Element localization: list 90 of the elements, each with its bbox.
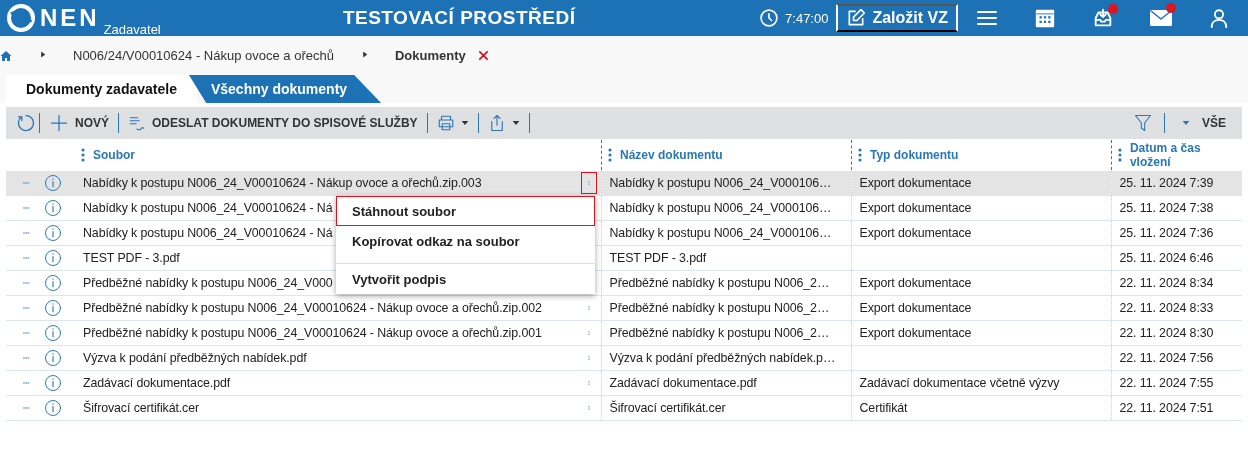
home-icon[interactable] — [0, 49, 12, 62]
table-cell: Zadávací dokumentace.pdf — [83, 376, 231, 390]
table-cell: Výzva k podání předběžných nabídek.pdf — [83, 351, 307, 365]
calendar-icon[interactable] — [1034, 7, 1056, 29]
column-menu-icon[interactable] — [81, 148, 85, 162]
user-icon[interactable] — [1208, 7, 1230, 29]
table-cell: Předběžné nabídky k postupu N006_24_V00010624 - Nákup ovoce a ořechů.zip.002 — [83, 301, 542, 315]
clock-icon — [759, 8, 780, 28]
menu-item[interactable]: Stáhnout soubor — [336, 196, 595, 226]
table-cell: Nabídky k postupu N006_24_V000106… — [609, 226, 832, 240]
table-cell: Export dokumentace — [859, 176, 972, 190]
caret-icon — [460, 119, 469, 127]
table-cell: TEST PDF - 3.pdf — [83, 251, 180, 265]
table-cell: Certifikát — [859, 401, 908, 415]
tab[interactable]: Dokumenty zadavatele — [6, 75, 197, 103]
table-cell: Výzva k podání předběžných nabídek.p… — [609, 351, 836, 365]
table-cell: 22. 11. 2024 7:55 — [1119, 376, 1214, 390]
inbox-icon[interactable] — [1092, 7, 1114, 29]
caret-icon — [511, 119, 520, 127]
table-cell: Nabídky k postupu N006_24_V00010624 - Ná — [83, 201, 333, 215]
table-cell: Export dokumentace — [859, 226, 972, 240]
filter-icon[interactable] — [1133, 113, 1153, 133]
table-cell: 22. 11. 2024 8:30 — [1119, 326, 1214, 340]
table-cell: 25. 11. 2024 7:39 — [1119, 176, 1214, 190]
table-cell: Zadávací dokumentace včetně výzvy — [859, 376, 1060, 390]
new-button[interactable]: NOVÝ — [43, 113, 115, 133]
info-icon[interactable] — [44, 199, 62, 217]
table-cell: Šifrovací certifikát.cer — [83, 401, 200, 415]
info-icon[interactable] — [44, 174, 62, 192]
chevron-right-icon — [40, 50, 47, 59]
column-header[interactable]: Název dokumentu — [620, 148, 723, 162]
table-cell: Nabídky k postupu N006_24_V00010624 - Ná — [83, 226, 333, 240]
info-icon[interactable] — [44, 374, 62, 392]
info-icon[interactable] — [44, 324, 62, 342]
refresh-icon[interactable] — [16, 113, 36, 133]
table-cell: Export dokumentace — [859, 301, 972, 315]
table-cell: Nabídky k postupu N006_24_V00010624 - Nákup ovoce a ořechů.zip.003 — [83, 176, 482, 190]
column-header[interactable]: Datum a čas vložení — [1129, 141, 1242, 169]
table-cell: 25. 11. 2024 7:38 — [1119, 201, 1214, 215]
send-to-records-button[interactable]: ODESLAT DOKUMENTY DO SPISOVÉ SLUŽBY — [122, 114, 424, 132]
table-cell: Nabídky k postupu N006_24_V000106… — [609, 201, 832, 215]
table-cell: TEST PDF - 3.pdf — [609, 251, 707, 265]
table-cell: 22. 11. 2024 8:34 — [1119, 276, 1214, 290]
table-cell: 22. 11. 2024 8:33 — [1119, 301, 1214, 315]
table-cell: Export dokumentace — [859, 201, 972, 215]
info-icon[interactable] — [44, 224, 62, 242]
table-cell: 25. 11. 2024 6:46 — [1119, 251, 1214, 265]
plus-icon — [49, 113, 69, 133]
table-cell: Předběžné nabídky k postupu N006_2… — [609, 326, 830, 340]
menu-item[interactable]: Vytvořit podpis — [336, 264, 595, 294]
view-filter-dropdown[interactable]: VŠE — [1176, 116, 1232, 130]
column-header[interactable]: Soubor — [93, 148, 135, 162]
send-list-icon — [128, 114, 146, 132]
breadcrumb-link[interactable]: Dokumenty — [394, 48, 466, 63]
table-cell: Předběžné nabídky k postupu N006_2… — [609, 301, 830, 315]
caret-icon — [1182, 119, 1190, 127]
info-icon[interactable] — [44, 399, 62, 417]
session-time: 7:47:00 — [785, 10, 829, 26]
column-menu-icon[interactable] — [858, 148, 862, 162]
chevron-right-icon — [361, 50, 369, 59]
logo-icon — [6, 3, 36, 33]
info-icon[interactable] — [44, 299, 62, 317]
table-cell: Zadávací dokumentace.pdf — [609, 376, 757, 390]
table-cell: Předběžné nabídky k postupu N006_2… — [609, 276, 830, 290]
table-cell: Nabídky k postupu N006_24_V000106… — [609, 176, 832, 190]
breadcrumb-link[interactable]: N006/24/V00010624 - Nákup ovoce a ořechů — [73, 48, 334, 63]
table-cell: Předběžné nabídky k postupu N006_24_V00010624 - Nákup ovoce a ořechů.zip.001 — [83, 326, 542, 340]
menu-item[interactable]: Kopírovat odkaz na soubor — [336, 226, 595, 264]
create-tender-button[interactable]: Založit VZ — [836, 4, 958, 32]
info-icon[interactable] — [44, 349, 62, 367]
environment-title: TESTOVACÍ PROSTŘEDÍ — [342, 7, 577, 29]
logo-subtitle: Zadavatel — [103, 23, 161, 37]
table-cell: Export dokumentace — [859, 326, 972, 340]
info-icon[interactable] — [44, 249, 62, 267]
close-icon[interactable] — [477, 50, 489, 61]
column-menu-icon[interactable] — [1118, 148, 1122, 162]
info-icon[interactable] — [44, 274, 62, 292]
printer-icon — [436, 114, 455, 132]
column-header[interactable]: Typ dokumentu — [870, 148, 959, 162]
table-cell: Předběžné nabídky k postupu N006_24_V000 — [83, 276, 333, 290]
column-menu-icon[interactable] — [608, 148, 612, 162]
kebab-menu-button[interactable] — [580, 172, 597, 194]
table-cell: 22. 11. 2024 7:56 — [1119, 351, 1214, 365]
table-cell: 25. 11. 2024 7:36 — [1119, 226, 1214, 240]
edit-icon — [846, 8, 867, 28]
table-cell: 22. 11. 2024 7:51 — [1119, 401, 1214, 415]
logo-text: NEN — [40, 3, 100, 33]
table-cell: Export dokumentace — [859, 276, 972, 290]
table-cell: Šifrovací certifikát.cer — [609, 401, 726, 415]
tab[interactable]: Všechny dokumenty — [188, 75, 382, 103]
